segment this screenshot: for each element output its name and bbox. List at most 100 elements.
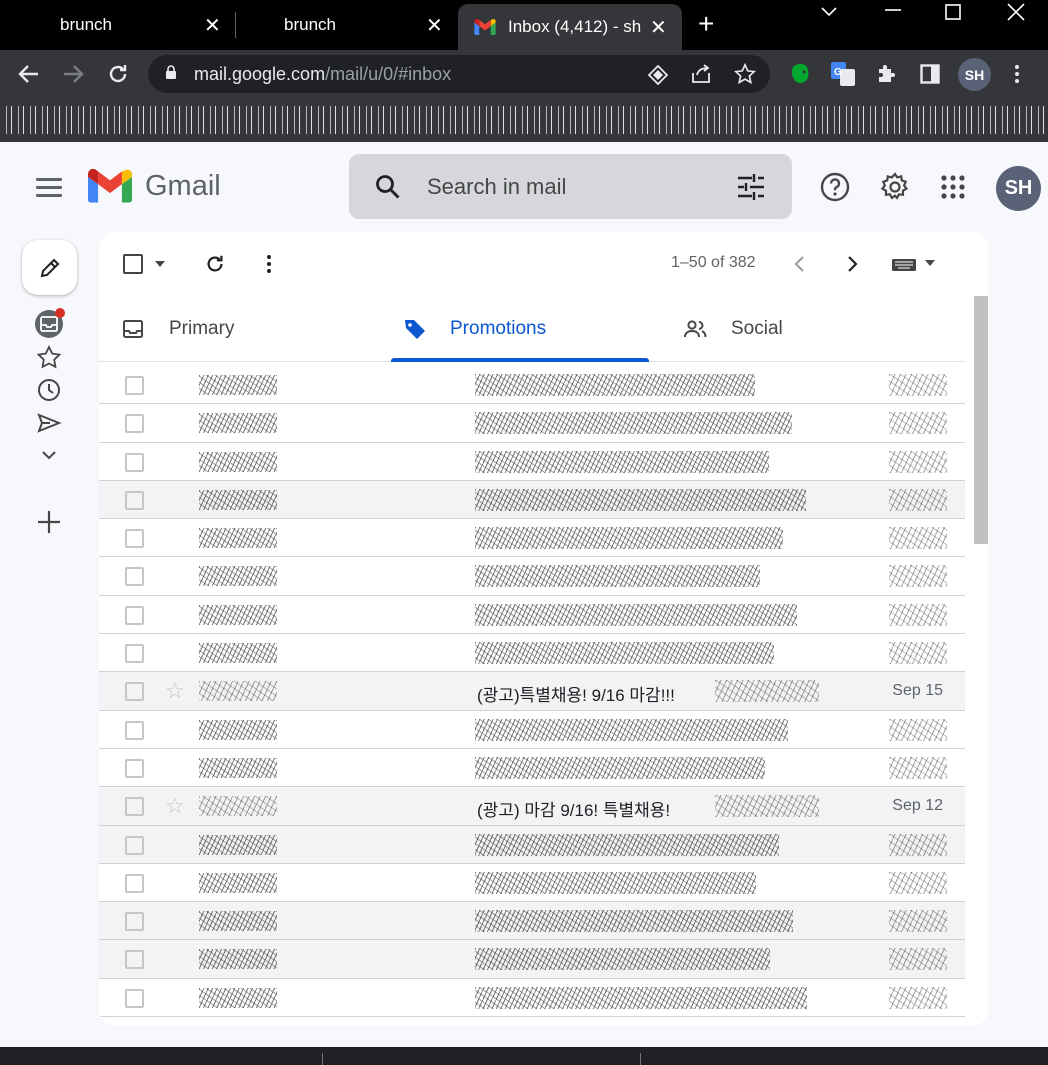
- chrome-menu-icon[interactable]: [1012, 63, 1022, 85]
- scrollbar-thumb[interactable]: [974, 296, 988, 544]
- starred-icon[interactable]: [36, 345, 62, 371]
- row-checkbox[interactable]: [125, 605, 144, 625]
- search-bar[interactable]: [349, 154, 792, 219]
- email-row[interactable]: [99, 480, 965, 520]
- browser-tab[interactable]: brunch ✕: [0, 0, 236, 50]
- install-app-icon[interactable]: [648, 65, 668, 85]
- minimize-icon[interactable]: [884, 8, 902, 12]
- star-icon[interactable]: ☆: [165, 793, 185, 819]
- row-checkbox[interactable]: [125, 835, 144, 855]
- star-icon[interactable]: ☆: [165, 678, 185, 704]
- subject-redacted: [475, 910, 793, 933]
- sender-redacted: [199, 451, 277, 472]
- sent-icon[interactable]: [36, 410, 62, 436]
- tab-promotions[interactable]: Promotions: [391, 296, 649, 362]
- row-checkbox[interactable]: [125, 873, 144, 893]
- back-icon[interactable]: [18, 63, 40, 85]
- email-row[interactable]: [99, 978, 965, 1018]
- row-checkbox[interactable]: [125, 644, 144, 664]
- row-checkbox[interactable]: [125, 376, 144, 395]
- refresh-icon[interactable]: [204, 253, 226, 275]
- bookmarks-bar[interactable]: [0, 98, 1048, 142]
- subject-redacted: [475, 527, 783, 550]
- account-avatar[interactable]: SH: [996, 166, 1041, 211]
- inbox-nav-icon[interactable]: [35, 308, 65, 338]
- address-bar[interactable]: mail.google.com/mail/u/0/#inbox: [148, 55, 770, 93]
- email-row[interactable]: [99, 634, 965, 673]
- search-input[interactable]: [427, 169, 707, 205]
- sender-redacted: [199, 949, 277, 970]
- row-checkbox[interactable]: [125, 988, 144, 1008]
- email-row[interactable]: [99, 366, 965, 405]
- email-row[interactable]: [99, 595, 965, 635]
- close-tab-icon[interactable]: ✕: [426, 13, 443, 38]
- email-row[interactable]: [99, 442, 965, 481]
- row-checkbox[interactable]: [125, 490, 144, 510]
- maximize-icon[interactable]: [945, 4, 961, 20]
- browser-tab[interactable]: brunch ✕: [236, 0, 458, 50]
- close-window-icon[interactable]: [1007, 3, 1025, 21]
- email-row[interactable]: [99, 825, 965, 864]
- row-checkbox[interactable]: [125, 758, 144, 778]
- email-row[interactable]: [99, 748, 965, 788]
- row-checkbox[interactable]: [125, 912, 144, 932]
- gmail-logo-icon[interactable]: [88, 169, 132, 203]
- settings-gear-icon[interactable]: [880, 172, 910, 202]
- select-dropdown-icon[interactable]: [155, 261, 165, 267]
- email-row[interactable]: [99, 710, 965, 749]
- email-row[interactable]: ☆ (광고) 마감 9/16! 특별채용! Sep 12: [99, 787, 965, 826]
- help-icon[interactable]: [820, 172, 850, 202]
- extensions-puzzle-icon[interactable]: [876, 63, 898, 85]
- search-icon[interactable]: [375, 174, 401, 200]
- new-tab-button[interactable]: +: [698, 8, 714, 40]
- sender-redacted: [199, 643, 277, 664]
- email-row[interactable]: [99, 519, 965, 558]
- profile-avatar[interactable]: SH: [958, 58, 991, 91]
- tab-social[interactable]: Social: [649, 296, 965, 362]
- more-options-icon[interactable]: [265, 254, 273, 274]
- share-icon[interactable]: [690, 64, 712, 84]
- side-panel-icon[interactable]: [920, 64, 940, 84]
- row-checkbox[interactable]: [125, 529, 144, 549]
- search-options-icon[interactable]: [737, 174, 765, 200]
- date-redacted: [889, 565, 947, 588]
- next-page-icon[interactable]: [847, 255, 859, 273]
- forward-icon[interactable]: [62, 63, 84, 85]
- tab-primary[interactable]: Primary: [99, 296, 391, 362]
- row-checkbox[interactable]: [125, 452, 144, 472]
- subject-redacted: [475, 412, 792, 435]
- apps-grid-icon[interactable]: [940, 174, 966, 200]
- bookmark-star-icon[interactable]: [734, 63, 756, 85]
- row-checkbox[interactable]: [125, 950, 144, 970]
- email-row[interactable]: [99, 940, 965, 979]
- translate-extension-icon[interactable]: G: [830, 61, 856, 87]
- evernote-extension-icon[interactable]: [788, 62, 812, 86]
- email-row[interactable]: [99, 902, 965, 941]
- add-label-plus-icon[interactable]: [36, 509, 62, 535]
- tab-search-icon[interactable]: [820, 6, 838, 18]
- row-checkbox[interactable]: [125, 720, 144, 740]
- subject-redacted: [475, 833, 779, 856]
- category-tabs: Primary Promotions Social: [99, 296, 965, 362]
- close-tab-icon[interactable]: ✕: [650, 15, 667, 40]
- reload-icon[interactable]: [106, 62, 130, 86]
- row-checkbox[interactable]: [125, 797, 144, 817]
- close-tab-icon[interactable]: ✕: [204, 13, 221, 38]
- compose-button[interactable]: [22, 240, 77, 295]
- input-tools-keyboard-icon[interactable]: [891, 256, 937, 272]
- email-row[interactable]: [99, 557, 965, 596]
- row-checkbox[interactable]: [125, 414, 144, 434]
- subject-redacted: [475, 986, 807, 1009]
- email-row[interactable]: [99, 863, 965, 903]
- more-chevron-down-icon[interactable]: [36, 442, 62, 468]
- email-row[interactable]: [99, 404, 965, 443]
- select-all-checkbox[interactable]: [123, 254, 143, 274]
- snoozed-clock-icon[interactable]: [36, 377, 62, 403]
- email-row[interactable]: ☆ (광고)특별채용! 9/16 마감!!! Sep 15: [99, 672, 965, 711]
- row-checkbox[interactable]: [125, 682, 144, 702]
- prev-page-icon[interactable]: [793, 255, 805, 273]
- row-checkbox[interactable]: [125, 567, 144, 587]
- browser-tab-active[interactable]: Inbox (4,412) - sh ✕: [458, 4, 682, 50]
- main-menu-icon[interactable]: [36, 178, 62, 197]
- lock-icon[interactable]: [165, 65, 177, 79]
